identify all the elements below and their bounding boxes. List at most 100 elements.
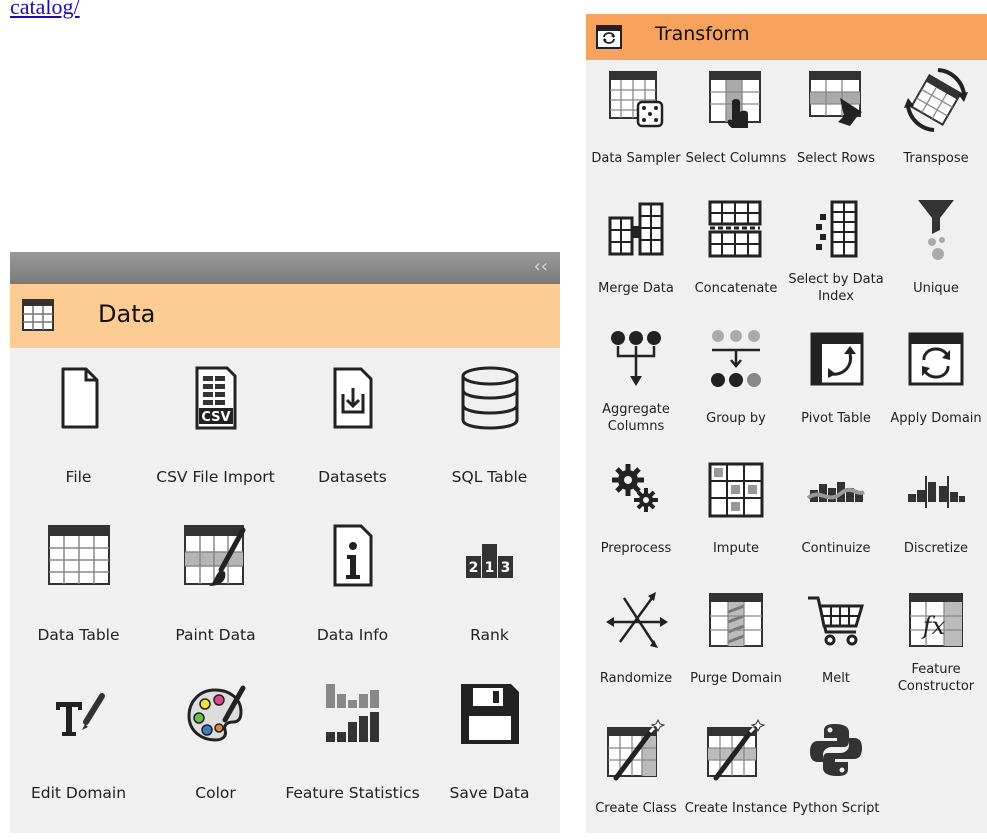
apply-domain-icon bbox=[904, 328, 968, 392]
widget-csv-file-import[interactable]: CSV CSV File Import bbox=[147, 348, 284, 506]
widget-transpose[interactable]: Transpose bbox=[886, 60, 986, 190]
csv-icon: CSV bbox=[181, 366, 251, 430]
svg-text:1: 1 bbox=[485, 560, 495, 576]
widget-label: Transpose bbox=[903, 150, 969, 166]
widget-label: Create Class bbox=[595, 800, 677, 816]
transform-category-icon bbox=[596, 25, 622, 49]
transform-category-header[interactable]: Transform bbox=[586, 14, 987, 60]
widget-unique[interactable]: Unique bbox=[886, 190, 986, 320]
wand-table-icon bbox=[604, 718, 668, 782]
transform-widget-panel: Transform Data Sampler Select Columns Se… bbox=[586, 14, 987, 833]
widget-feature-constructor[interactable]: fx Feature Constructor bbox=[886, 580, 986, 710]
svg-text:2: 2 bbox=[469, 560, 479, 576]
paint-brush-icon bbox=[181, 524, 251, 588]
widget-label: Select Columns bbox=[685, 150, 787, 166]
widget-label: Unique bbox=[913, 280, 959, 296]
widget-group-by[interactable]: Group by bbox=[686, 320, 786, 450]
widget-feature-statistics[interactable]: Feature Statistics bbox=[284, 664, 421, 822]
widget-discretize[interactable]: Discretize bbox=[886, 450, 986, 580]
widget-data-info[interactable]: Data Info bbox=[284, 506, 421, 664]
widget-label: Edit Domain bbox=[30, 783, 127, 802]
panel-collapse-bar[interactable]: ‹‹ bbox=[10, 252, 560, 284]
widget-label: Paint Data bbox=[175, 625, 256, 644]
widget-save-data[interactable]: Save Data bbox=[421, 664, 558, 822]
discretize-icon bbox=[904, 458, 968, 522]
widget-label: File bbox=[65, 467, 92, 486]
svg-text:CSV: CSV bbox=[201, 410, 230, 425]
widget-color[interactable]: Color bbox=[147, 664, 284, 822]
group-by-icon bbox=[704, 328, 768, 392]
transform-category-title: Transform bbox=[655, 23, 750, 45]
widget-label: Data Info bbox=[316, 625, 389, 644]
continuize-icon bbox=[804, 458, 868, 522]
widget-aggregate-columns[interactable]: Aggregate Columns bbox=[586, 320, 686, 450]
wand-instance-icon bbox=[704, 718, 768, 782]
collapse-chevron-icon[interactable]: ‹‹ bbox=[534, 256, 548, 277]
widget-select-by-data-index[interactable]: Select by Data Index bbox=[786, 190, 886, 320]
dice-table-icon bbox=[604, 68, 668, 132]
data-category-header[interactable]: Data bbox=[10, 284, 560, 348]
widget-melt[interactable]: Melt bbox=[786, 580, 886, 710]
merge-icon bbox=[604, 198, 668, 262]
widget-label: Select Rows bbox=[796, 150, 876, 166]
data-category-title: Data bbox=[98, 300, 156, 328]
widget-label: Preprocess bbox=[600, 540, 672, 556]
widget-create-instance[interactable]: Create Instance bbox=[685, 710, 787, 840]
widget-label: Randomize bbox=[599, 670, 673, 686]
widget-label: Group by bbox=[706, 410, 766, 426]
widget-data-sampler[interactable]: Data Sampler bbox=[586, 60, 686, 190]
table-category-icon bbox=[22, 299, 54, 331]
widget-label: Feature Statistics bbox=[285, 783, 420, 802]
widget-label: Save Data bbox=[449, 783, 530, 802]
table-icon bbox=[44, 524, 114, 588]
widget-pivot-table[interactable]: Pivot Table bbox=[786, 320, 886, 450]
widget-label: Python Script bbox=[792, 800, 880, 816]
svg-text:fx: fx bbox=[921, 612, 946, 640]
widget-label: Data Table bbox=[37, 625, 120, 644]
fx-table-icon: fx bbox=[904, 588, 968, 652]
file-icon bbox=[44, 366, 114, 430]
widget-label: Data Sampler bbox=[591, 150, 681, 166]
impute-icon bbox=[704, 458, 768, 522]
database-icon bbox=[455, 366, 525, 430]
widget-concatenate[interactable]: Concatenate bbox=[686, 190, 786, 320]
select-index-icon bbox=[804, 198, 868, 262]
widget-label: Aggregate Columns bbox=[602, 402, 670, 434]
widget-sql-table[interactable]: SQL Table bbox=[421, 348, 558, 506]
widget-paint-data[interactable]: Paint Data bbox=[147, 506, 284, 664]
catalog-link[interactable]: catalog/ bbox=[10, 0, 80, 20]
widget-impute[interactable]: Impute bbox=[686, 450, 786, 580]
widget-select-rows[interactable]: Select Rows bbox=[786, 60, 886, 190]
pivot-icon bbox=[804, 328, 868, 392]
widget-label: Rank bbox=[470, 625, 509, 644]
widget-rank[interactable]: 213 Rank bbox=[421, 506, 558, 664]
purge-icon bbox=[704, 588, 768, 652]
widget-data-table[interactable]: Data Table bbox=[10, 506, 147, 664]
widget-randomize[interactable]: Randomize bbox=[586, 580, 686, 710]
data-widget-panel: ‹‹ Data File CSV CSV File Import Dataset… bbox=[10, 252, 560, 833]
widget-apply-domain[interactable]: Apply Domain bbox=[886, 320, 986, 450]
widget-label: Merge Data bbox=[598, 280, 674, 296]
widget-create-class[interactable]: Create Class bbox=[586, 710, 686, 840]
widget-label: Purge Domain bbox=[690, 670, 782, 686]
concatenate-icon bbox=[704, 198, 768, 262]
datasets-icon bbox=[318, 366, 388, 430]
widget-select-columns[interactable]: Select Columns bbox=[686, 60, 786, 190]
widget-edit-domain[interactable]: Edit Domain bbox=[10, 664, 147, 822]
widget-purge-domain[interactable]: Purge Domain bbox=[686, 580, 786, 710]
widget-continuize[interactable]: Continuize bbox=[786, 450, 886, 580]
floppy-disk-icon bbox=[455, 682, 525, 746]
widget-datasets[interactable]: Datasets bbox=[284, 348, 421, 506]
transpose-icon bbox=[904, 68, 968, 132]
widget-python-script[interactable]: Python Script bbox=[786, 710, 886, 840]
rank-podium-icon: 213 bbox=[455, 524, 525, 588]
select-columns-icon bbox=[704, 68, 768, 132]
widget-preprocess[interactable]: Preprocess bbox=[586, 450, 686, 580]
widget-label: CSV File Import bbox=[156, 467, 275, 486]
cart-icon bbox=[804, 588, 868, 652]
python-icon bbox=[804, 718, 868, 782]
widget-merge-data[interactable]: Merge Data bbox=[586, 190, 686, 320]
widget-label: Pivot Table bbox=[801, 410, 871, 426]
widget-file[interactable]: File bbox=[10, 348, 147, 506]
widget-label: Concatenate bbox=[694, 280, 778, 296]
